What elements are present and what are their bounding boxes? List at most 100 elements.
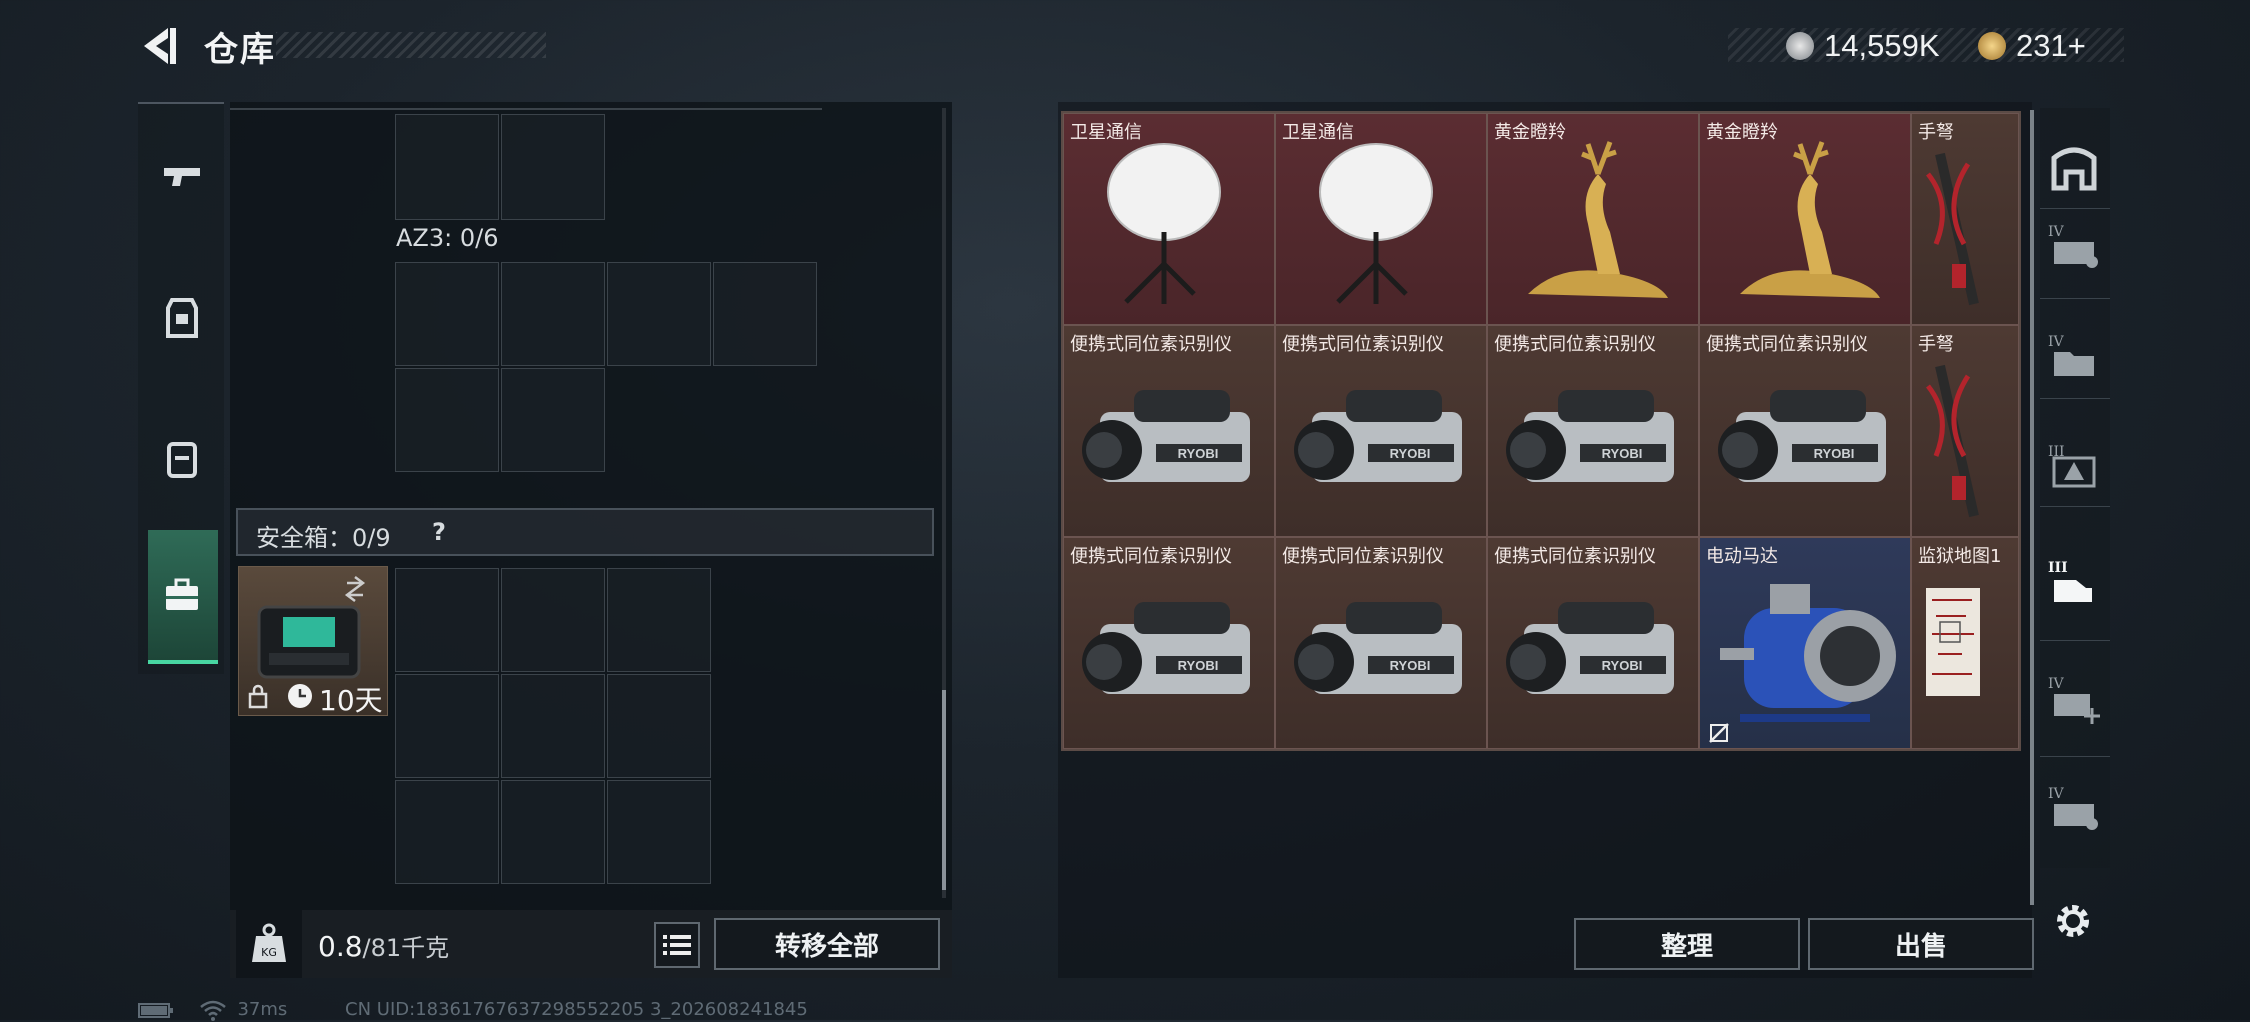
- safe-slot[interactable]: [395, 568, 499, 672]
- safe-slot[interactable]: [501, 674, 605, 778]
- safe-box-item[interactable]: 10天: [238, 566, 388, 717]
- safe-slot[interactable]: [607, 568, 711, 672]
- item-name: 便携式同位素识别仪: [1070, 546, 1232, 567]
- folder-iv-icon: IV: [2048, 334, 2094, 376]
- weight-readout: 0.8/81千克: [318, 928, 449, 963]
- svg-text:IV: IV: [2048, 224, 2065, 240]
- wifi-icon: [199, 1000, 226, 1021]
- help-icon[interactable]: ?: [432, 518, 446, 546]
- uid: CN UID:18361767637298552205 3_2026082418…: [345, 999, 808, 1020]
- az3-slot[interactable]: [501, 262, 605, 366]
- inventory-item-camera[interactable]: RYOBI 便携式同位素识别仪: [1063, 325, 1275, 537]
- inventory-item-camera[interactable]: RYOBI 便携式同位素识别仪: [1275, 537, 1487, 749]
- hand-crossbow-icon: [1926, 152, 1979, 306]
- armor-tab[interactable]: [160, 296, 204, 340]
- svg-text:RYOBI: RYOBI: [1178, 658, 1219, 673]
- safe-slot[interactable]: [395, 780, 499, 884]
- gear-icon: [2057, 905, 2089, 937]
- sort-button[interactable]: 整理: [1574, 918, 1800, 970]
- electric-motor-icon: [1720, 584, 1896, 722]
- backpack-tab[interactable]: [160, 436, 204, 480]
- container-slot[interactable]: [501, 114, 605, 220]
- safe-slot[interactable]: [607, 674, 711, 778]
- sell-button[interactable]: 出售: [1808, 918, 2034, 970]
- inventory-item-camera[interactable]: RYOBI 便携式同位素识别仪: [1487, 537, 1699, 749]
- safe-slot[interactable]: [607, 780, 711, 884]
- az3-slot[interactable]: [395, 262, 499, 366]
- svg-text:RYOBI: RYOBI: [1390, 658, 1431, 673]
- az3-slot[interactable]: [607, 262, 711, 366]
- inventory-item-dish[interactable]: 卫星通信: [1275, 113, 1487, 325]
- satellite-dish-icon: [1107, 143, 1221, 304]
- hazard-iii-tab[interactable]: III: [2046, 440, 2102, 496]
- svg-text:IV: IV: [2048, 786, 2065, 802]
- status-bar: 37ms CN UID:18361767637298552205 3_20260…: [138, 998, 808, 1022]
- inventory-item-camera[interactable]: RYOBI 便携式同位素识别仪: [1699, 325, 1911, 537]
- divider: [230, 108, 822, 110]
- right-scrollbar[interactable]: [2030, 110, 2034, 905]
- item-name: 便携式同位素识别仪: [1494, 546, 1656, 567]
- item-name: 黄金瞪羚: [1706, 122, 1778, 143]
- inventory-item-map[interactable]: 监狱地图1: [1911, 537, 2019, 749]
- container-slot[interactable]: [395, 114, 499, 220]
- isotope-scanner-icon: RYOBI: [1294, 602, 1462, 694]
- item-name: 便携式同位素识别仪: [1494, 334, 1656, 355]
- safe-box-capacity-label: 安全箱：0/9: [256, 524, 391, 552]
- safe-slot[interactable]: [501, 780, 605, 884]
- item-name: 便携式同位素识别仪: [1070, 334, 1232, 355]
- case-iv-icon: IV: [2048, 224, 2098, 268]
- az3-slot[interactable]: [395, 368, 499, 472]
- item-name: 监狱地图1: [1918, 546, 2002, 567]
- left-scrollbar-thumb[interactable]: [942, 690, 946, 890]
- item-name: 手弩: [1918, 334, 1954, 355]
- add-iv-tab[interactable]: IV: [2046, 672, 2102, 728]
- case-iv-tab[interactable]: IV: [2046, 220, 2102, 276]
- inventory-item-deer[interactable]: 黄金瞪羚: [1487, 113, 1699, 325]
- safe-item-timer: 10天: [319, 684, 383, 717]
- az3-slot[interactable]: [713, 262, 817, 366]
- list-view-button[interactable]: [654, 922, 700, 968]
- briefcase-icon: [166, 578, 198, 610]
- svg-text:IV: IV: [2048, 676, 2065, 692]
- token-amount: 231+: [2016, 28, 2086, 63]
- inventory-item-camera[interactable]: RYOBI 便携式同位素识别仪: [1063, 537, 1275, 749]
- svg-text:RYOBI: RYOBI: [1814, 446, 1855, 461]
- weapon-tab[interactable]: [160, 156, 204, 200]
- case-iv-tab-2[interactable]: IV: [2046, 782, 2102, 838]
- back-button[interactable]: [138, 24, 180, 68]
- token-icon: [1978, 32, 2006, 60]
- inventory-item-dish[interactable]: 卫星通信: [1063, 113, 1275, 325]
- hand-iii-icon: III: [2048, 560, 2092, 602]
- inventory-item-crossbow[interactable]: 手弩: [1911, 113, 2019, 325]
- item-name: 黄金瞪羚: [1494, 122, 1566, 143]
- home-tab[interactable]: [2046, 140, 2102, 196]
- settings-button[interactable]: [2050, 898, 2096, 944]
- back-arrow-icon: [144, 28, 176, 64]
- folder-iv-tab[interactable]: IV: [2046, 330, 2102, 386]
- home-icon: [2051, 147, 2097, 191]
- hand-iii-tab[interactable]: III: [2046, 556, 2102, 612]
- isotope-scanner-icon: RYOBI: [1718, 390, 1886, 482]
- item-name: 手弩: [1918, 122, 1954, 143]
- isotope-scanner-icon: RYOBI: [1506, 390, 1674, 482]
- inventory-item-motor[interactable]: 电动马达: [1699, 537, 1911, 749]
- case-iv-icon-2: IV: [2048, 786, 2098, 830]
- lock-icon: [248, 684, 268, 709]
- safe-slot[interactable]: [501, 568, 605, 672]
- inventory-item-camera[interactable]: RYOBI 便携式同位素识别仪: [1487, 325, 1699, 537]
- az3-slot[interactable]: [501, 368, 605, 472]
- item-name: 便携式同位素识别仪: [1282, 546, 1444, 567]
- item-name: 卫星通信: [1282, 122, 1354, 143]
- inventory-item-camera[interactable]: RYOBI 便携式同位素识别仪: [1275, 325, 1487, 537]
- safe-slot[interactable]: [395, 674, 499, 778]
- hazard-iii-icon: III: [2048, 444, 2096, 488]
- armor-vest-icon: [166, 298, 198, 338]
- isotope-scanner-icon: RYOBI: [1082, 602, 1250, 694]
- transfer-all-button[interactable]: 转移全部: [714, 918, 940, 970]
- satellite-dish-icon: [1319, 143, 1433, 304]
- isotope-scanner-icon: RYOBI: [1506, 602, 1674, 694]
- svg-text:RYOBI: RYOBI: [1602, 446, 1643, 461]
- inventory-item-deer[interactable]: 黄金瞪羚: [1699, 113, 1911, 325]
- isotope-scanner-icon: RYOBI: [1294, 390, 1462, 482]
- inventory-item-crossbow[interactable]: 手弩: [1911, 325, 2019, 537]
